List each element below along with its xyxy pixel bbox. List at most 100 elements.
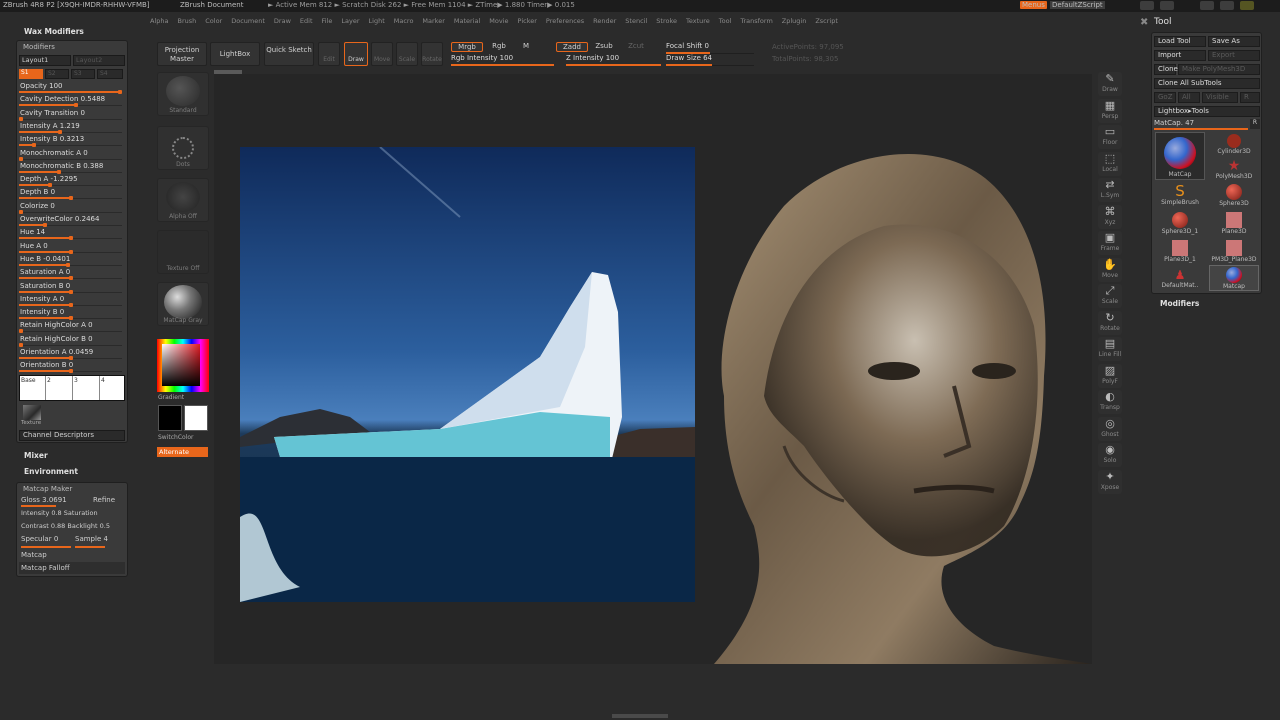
specular-slider[interactable]: Specular 0 [21, 535, 58, 543]
modifier-slider[interactable]: Monochromatic B 0.388 [19, 161, 122, 174]
goz-button[interactable]: GoZ [1154, 92, 1176, 103]
modifier-slider[interactable]: Hue 14 [19, 227, 122, 241]
layout2-button[interactable]: Layout2 [73, 55, 125, 66]
tool-tile-plane3d-1[interactable]: Plane3D_1 [1155, 239, 1205, 265]
tool-tile-defaultmat[interactable]: ♟ DefaultMat.. [1155, 267, 1205, 291]
modifier-slider[interactable]: Intensity A 1.219 [19, 121, 122, 134]
zcut-button[interactable]: Zcut [622, 42, 650, 52]
texture-thumbnail[interactable] [23, 405, 41, 420]
s1-tab[interactable]: S1 [19, 69, 43, 79]
draw-button[interactable]: Draw [344, 42, 368, 66]
tool-tile-sphere3d[interactable]: Sphere3D [1209, 183, 1259, 209]
refine-button[interactable]: Refine [93, 496, 115, 504]
shelf-solo-button[interactable]: ◉ Solo [1098, 443, 1122, 467]
secondary-color-swatch[interactable] [184, 405, 208, 431]
tool-tile-cylinder3d[interactable]: Cylinder3D [1209, 132, 1259, 156]
stroke-selector[interactable]: Dots [157, 126, 209, 170]
contrast-backlight-sliders[interactable]: Contrast 0.88 Backlight 0.5 [21, 522, 125, 530]
all-button[interactable]: All [1178, 92, 1200, 103]
menu-render[interactable]: Render [593, 14, 616, 28]
tool-tile-simplebrush[interactable]: S SimpleBrush [1155, 183, 1205, 209]
menu-draw[interactable]: Draw [274, 14, 291, 28]
layout-icon[interactable] [1160, 1, 1174, 10]
mixer-section[interactable]: Mixer [24, 451, 48, 460]
menu-zplugin[interactable]: Zplugin [782, 14, 807, 28]
lightbox-tools-button[interactable]: Lightbox▸Tools [1154, 106, 1260, 117]
menu-brush[interactable]: Brush [177, 14, 196, 28]
tool-tile-sphere3d-1[interactable]: Sphere3D_1 [1155, 211, 1205, 237]
clone-all-subtools-button[interactable]: Clone All SubTools [1154, 78, 1260, 89]
modifier-slider[interactable]: Colorize 0 [19, 201, 122, 214]
mrgb-button[interactable]: Mrgb [451, 42, 483, 52]
shelf-frame-button[interactable]: ▣ Frame [1098, 231, 1122, 255]
load-tool-button[interactable]: Load Tool [1154, 36, 1206, 47]
save-as-button[interactable]: Save As [1208, 36, 1260, 47]
modifier-slider[interactable]: Orientation B 0 [19, 360, 122, 374]
menu-zscript[interactable]: Zscript [815, 14, 838, 28]
s3-tab[interactable]: S3 [71, 69, 95, 79]
material-selector[interactable]: MatCap Gray [157, 282, 209, 326]
modifier-slider[interactable]: Opacity 100 [19, 81, 122, 94]
shelf-draw-button[interactable]: ✎ Draw [1098, 72, 1122, 96]
modifier-slider[interactable]: Depth A -1.2295 [19, 174, 122, 188]
channel-descriptors-button[interactable]: Channel Descriptors [19, 430, 125, 441]
environment-section[interactable]: Environment [24, 467, 78, 476]
s2-tab[interactable]: S2 [45, 69, 69, 79]
zadd-button[interactable]: Zadd [556, 42, 588, 52]
clone-button[interactable]: Clone [1154, 64, 1178, 75]
brush-selector[interactable]: Standard [157, 72, 209, 116]
r-small-button[interactable]: R [1250, 119, 1260, 129]
make-polymesh-button[interactable]: Make PolyMesh3D [1178, 64, 1260, 75]
matcap-label[interactable]: Matcap [21, 551, 47, 559]
menu-texture[interactable]: Texture [686, 14, 710, 28]
tool-tile-plane3d[interactable]: Plane3D [1209, 211, 1259, 237]
shelf-move-button[interactable]: ✋ Move [1098, 257, 1122, 282]
modifiers-section[interactable]: Modifiers [1160, 299, 1199, 308]
tool-palette-header[interactable]: ✖ Tool [1136, 14, 1280, 30]
shelf-xyz-button[interactable]: ⌘ Xyz [1098, 204, 1122, 229]
tool-tile-pm3d-plane3d[interactable]: PM3D_Plane3D [1209, 239, 1259, 265]
menu-picker[interactable]: Picker [518, 14, 537, 28]
wax-modifiers-header[interactable]: Wax Modifiers [16, 24, 128, 38]
modifier-slider[interactable]: Intensity B 0.3213 [19, 134, 122, 148]
menu-stroke[interactable]: Stroke [656, 14, 677, 28]
shelf-scale-button[interactable]: ⤢ Scale [1098, 284, 1122, 308]
texture-selector[interactable]: Texture Off [157, 230, 209, 274]
modifier-slider[interactable]: Retain HighColor A 0 [19, 320, 122, 334]
menu-document[interactable]: Document [231, 14, 265, 28]
z-intensity-slider[interactable]: Z Intensity 100 [566, 54, 661, 66]
modifier-slider[interactable]: Cavity Transition 0 [19, 108, 122, 121]
matcap-slider[interactable]: MatCap. 47 [1154, 119, 1248, 130]
canvas-scroll-handle[interactable] [214, 70, 242, 74]
edit-button[interactable]: Edit [318, 42, 340, 66]
close-icon[interactable] [1240, 1, 1254, 10]
rotate-button[interactable]: Rotate [421, 42, 443, 66]
zsub-button[interactable]: Zsub [590, 42, 618, 52]
export-button[interactable]: Export [1208, 50, 1260, 61]
import-button[interactable]: Import [1154, 50, 1206, 61]
menu-transform[interactable]: Transform [740, 14, 772, 28]
sample-slider[interactable]: Sample 4 [75, 535, 108, 543]
draw-size-slider[interactable]: Draw Size 64 [666, 54, 754, 66]
help-icon[interactable] [1140, 1, 1154, 10]
intensity-saturation-sliders[interactable]: Intensity 0.8 Saturation [21, 509, 125, 517]
projection-master-button[interactable]: Projection Master [157, 42, 207, 66]
shelf-rotate-button[interactable]: ↻ Rotate [1098, 310, 1122, 335]
shelf-local-button[interactable]: ⬚ Local [1098, 151, 1122, 176]
main-color-swatch[interactable] [158, 405, 182, 431]
modifier-slider[interactable]: Intensity A 0 [19, 294, 122, 307]
rgb-button[interactable]: Rgb [485, 42, 513, 52]
tool-tile-matcap-2[interactable]: Matcap [1209, 265, 1259, 291]
shelf-transp-button[interactable]: ◐ Transp [1098, 390, 1122, 414]
focal-shift-slider[interactable]: Focal Shift 0 [666, 42, 754, 54]
modifier-slider[interactable]: Hue B -0.0401 [19, 254, 122, 267]
modifier-slider[interactable]: Intensity B 0 [19, 307, 122, 321]
shelf-polyf-button[interactable]: ▨ PolyF [1098, 363, 1122, 388]
menu-material[interactable]: Material [454, 14, 480, 28]
modifier-slider[interactable]: Retain HighColor B 0 [19, 334, 122, 347]
menu-alpha[interactable]: Alpha [150, 14, 168, 28]
menu-edit[interactable]: Edit [300, 14, 313, 28]
tool-tile-polymesh3d[interactable]: ★ PolyMesh3D [1209, 157, 1259, 181]
minimize-icon[interactable] [1200, 1, 1214, 10]
m-button[interactable]: M [515, 42, 537, 52]
